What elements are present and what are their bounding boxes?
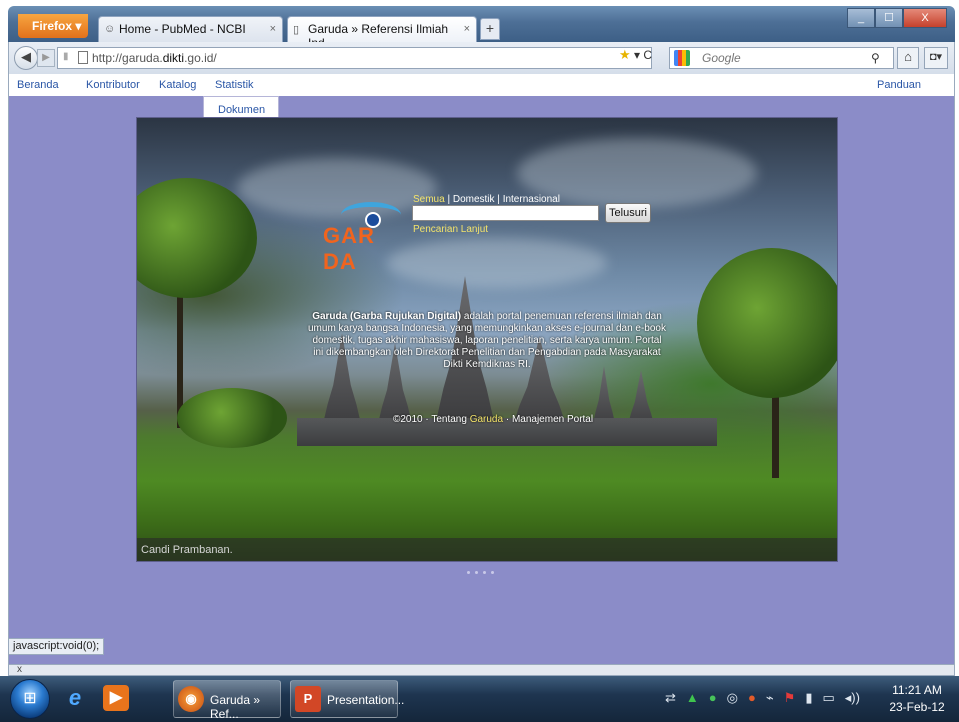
slide-dot[interactable] [483,571,486,574]
tree-shrub [177,388,287,448]
system-clock[interactable]: 11:21 AM 23-Feb-12 [882,682,952,716]
search-filters: Semua | Domestik | Internasional [413,194,560,205]
page-icon [78,51,88,64]
maximize-button[interactable]: ☐ [875,8,903,28]
filter-domestic[interactable]: Domestik [453,194,495,205]
url-host: dikti [162,51,185,65]
minimize-button[interactable]: _ [847,8,875,28]
address-bar[interactable]: ▮ http://garuda.dikti.go.id/ [57,47,652,69]
nav-kontributor[interactable]: Kontributor [86,79,140,91]
nav-beranda[interactable]: Beranda [17,79,59,91]
cloud-shape [387,238,607,288]
photo-caption: Candi Prambanan. [137,538,837,561]
powerpoint-icon: P [295,686,321,712]
system-tray: ⇄ ▲ ● ◎ ● ⌁ ⚑ ▮ ▭ ◂)) [665,690,860,706]
search-input[interactable]: Google [669,47,894,69]
search-query-input[interactable] [412,205,599,221]
browser-titlebar: Firefox ▾ ☺ Home - PubMed - NCBI × ▯ Gar… [8,6,955,50]
update-icon[interactable]: ● [709,690,717,706]
taskbar-task-firefox[interactable]: ◉ Garuda » Ref... [173,680,281,721]
filter-international[interactable]: Internasional [503,194,560,205]
start-button[interactable]: ⊞ [10,679,50,719]
addon-bar: x [8,664,955,676]
tab-close-icon[interactable]: × [464,23,470,35]
slide-dot[interactable] [467,571,470,574]
google-icon [674,50,690,66]
firefox-menu-button[interactable]: Firefox ▾ [18,14,88,38]
reload-icon[interactable]: C [643,48,652,62]
tree-right [697,248,837,398]
firefox-menu-label: Firefox [32,19,73,33]
about-text: Garuda (Garba Rujukan Digital) adalah po… [307,311,667,371]
hero-photo: GAR DA Semua | Domestik | Internasional … [136,117,838,562]
telusuri-button[interactable]: Telusuri [605,203,651,223]
filter-all[interactable]: Semua [413,194,445,205]
taskbar-task-powerpoint[interactable]: P Presentation... [290,680,404,718]
network-icon[interactable]: ⇄ [665,690,676,706]
url-prefix: http://garuda. [92,51,163,65]
slide-dot[interactable] [491,571,494,574]
garuda-logo: GAR DA [323,188,413,274]
taskbar-task-label: Garuda » Ref... [210,693,261,721]
addon-bar-close-icon[interactable]: x [17,664,22,675]
media-player-icon[interactable]: ▶ [103,685,129,711]
addon-button[interactable]: ◘▾ [924,47,948,69]
tab-pubmed[interactable]: ☺ Home - PubMed - NCBI × [98,16,283,42]
nav-panduan[interactable]: Panduan [877,79,921,91]
volume-icon[interactable]: ◂)) [845,690,860,706]
back-button[interactable]: ◀ [14,46,38,70]
footer-separator: · [503,414,512,425]
clock-time: 11:21 AM [892,683,942,697]
url-tools: ★ ▾ C [619,47,653,62]
windows-taskbar: ⊞ e ▶ ◉ Garuda » Ref... P Presentation..… [0,676,959,722]
navigation-toolbar: ◀ ▶ ▮ http://garuda.dikti.go.id/ ★ ▾ C G… [8,42,955,74]
alert-icon[interactable]: ● [748,690,756,706]
url-suffix: .go.id/ [184,51,217,65]
webcam-icon[interactable]: ◎ [727,690,738,706]
status-bar: javascript:void(0); [8,638,105,655]
tree-left [137,178,257,298]
slide-dot[interactable] [475,571,478,574]
footer-manage-link[interactable]: Manajemen Portal [512,414,593,425]
site-navigation: Beranda Kontributor Katalog Statistik Pa… [9,74,954,96]
advanced-search-link[interactable]: Pencarian Lanjut [413,224,488,235]
ncbi-favicon-icon: ☺ [104,23,116,35]
clock-date: 23-Feb-12 [889,700,945,714]
firefox-icon: ◉ [178,686,204,712]
bookmark-star-icon[interactable]: ★ [619,47,631,62]
close-button[interactable]: X [903,8,947,28]
forward-button[interactable]: ▶ [37,49,55,67]
antivirus-icon[interactable]: ▲ [686,690,699,706]
home-button[interactable]: ⌂ [897,47,919,69]
new-tab-button[interactable]: + [480,18,500,40]
footer-garuda-link[interactable]: Garuda [470,414,503,425]
window-controls: _ ☐ X [847,8,947,28]
page-favicon-icon: ▯ [293,24,300,36]
internet-explorer-icon[interactable]: e [62,685,88,711]
nav-statistik[interactable]: Statistik [215,79,254,91]
footer-line: ©2010 · Tentang Garuda · Manajemen Porta… [393,414,593,425]
logo-text: GAR DA [323,223,375,274]
search-placeholder: Google [702,51,741,65]
about-bold: Garuda (Garba Rujukan Digital) [312,311,462,322]
footer-copyright: ©2010 · Tentang [393,414,470,425]
wifi-icon[interactable]: ⌁ [766,690,774,706]
taskbar-task-label: Presentation... [327,693,405,707]
nav-katalog[interactable]: Katalog [159,79,196,91]
slideshow-dots [467,571,494,574]
page-content: Beranda Kontributor Katalog Statistik Pa… [8,74,955,664]
tab-label: Home - PubMed - NCBI [119,22,246,36]
action-center-icon[interactable]: ⚑ [784,690,796,706]
usb-icon[interactable]: ▮ [805,690,812,706]
display-icon[interactable]: ▭ [822,690,834,706]
tab-garuda[interactable]: ▯ Garuda » Referensi Ilmiah Ind... × [287,16,477,50]
search-icon[interactable]: ⚲ [871,51,880,65]
tab-close-icon[interactable]: × [270,23,276,35]
signal-icon: ▮ [63,51,69,62]
